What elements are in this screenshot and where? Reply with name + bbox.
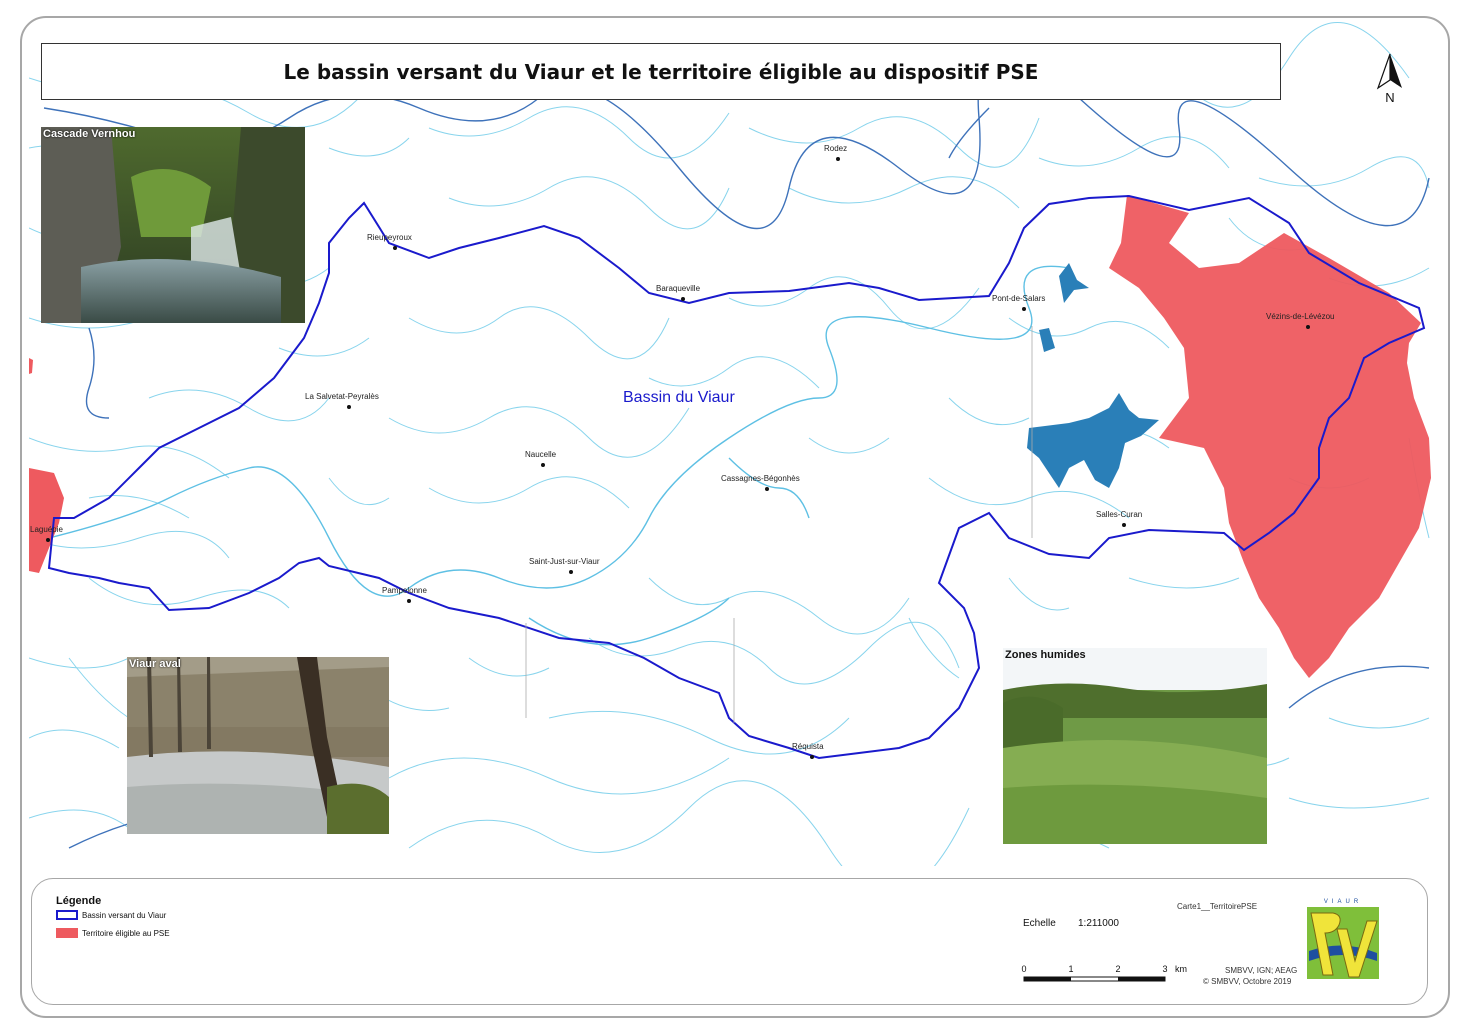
photo-cascade-vernhou: Cascade Vernhou xyxy=(41,127,305,323)
credits-line2: © SMBVV, Octobre 2019 xyxy=(1203,977,1292,986)
pse-territory-west xyxy=(29,468,64,573)
town-label: Réquista xyxy=(792,742,824,751)
town-label: La Salvetat-Peyralès xyxy=(305,392,379,401)
town-point xyxy=(347,405,351,409)
scale-tick-1: 1 xyxy=(1068,964,1073,974)
title-box: Le bassin versant du Viaur et le territo… xyxy=(41,43,1281,100)
scale-label: Echelle xyxy=(1023,918,1056,929)
legend-title: Légende xyxy=(56,895,102,907)
north-arrow-icon: N xyxy=(1376,53,1402,105)
legend-item-pse: Territoire éligible au PSE xyxy=(56,928,170,938)
photo-caption-aval: Viaur aval xyxy=(129,658,181,670)
map-title: Le bassin versant du Viaur et le territo… xyxy=(283,59,1039,84)
credits-line1: SMBVV, IGN; AEAG xyxy=(1225,966,1298,975)
town-point xyxy=(407,599,411,603)
admin-lines xyxy=(525,326,1033,723)
town-point xyxy=(810,755,814,759)
town-point xyxy=(765,487,769,491)
scale-ratio: 1:211000 xyxy=(1078,918,1119,929)
photo-zones-humides: Zones humides xyxy=(1003,648,1267,844)
town-point xyxy=(46,538,50,542)
map-id: Carte1__TerritoirePSE xyxy=(1177,902,1258,911)
town-point xyxy=(1306,325,1310,329)
town-point xyxy=(836,157,840,161)
town-label: Saint-Just-sur-Viaur xyxy=(529,557,600,566)
photo-viaur-aval: Viaur aval xyxy=(127,657,389,834)
scale-tick-3: 3 xyxy=(1162,964,1167,974)
logo-text: VIAUR xyxy=(1324,899,1362,905)
town-label: Baraqueville xyxy=(656,284,701,293)
town-label: Pampelonne xyxy=(382,586,427,595)
town-label: Salles-Curan xyxy=(1096,510,1142,519)
pse-territory xyxy=(1109,195,1431,678)
scale-tick-0: 0 xyxy=(1021,964,1026,974)
town-label: Cassagnes-Bégonhès xyxy=(721,474,800,483)
legend-label-basin: Bassin versant du Viaur xyxy=(82,910,167,920)
town-label: Rodez xyxy=(824,144,847,153)
legend-item-basin: Bassin versant du Viaur xyxy=(56,910,166,920)
scale-bar: 0 1 2 3 km xyxy=(1021,964,1187,982)
town-label: Pont-de-Salars xyxy=(992,294,1045,303)
town-label: Rieupeyroux xyxy=(367,233,412,242)
town-point xyxy=(569,570,573,574)
lake-pont-de-salars xyxy=(1039,263,1089,352)
town-label: Naucelle xyxy=(525,450,557,459)
photo-caption-zones: Zones humides xyxy=(1005,649,1086,661)
legend-label-pse: Territoire éligible au PSE xyxy=(82,928,170,938)
scale-unit: km xyxy=(1175,964,1187,974)
basin-swatch-icon xyxy=(56,910,78,920)
town-point xyxy=(681,297,685,301)
town-label: Laguépie xyxy=(30,525,63,534)
town-point xyxy=(393,246,397,250)
viaur-river xyxy=(48,265,1070,646)
pse-territory-edge xyxy=(29,358,33,374)
pse-swatch-icon xyxy=(56,928,78,938)
town-point xyxy=(541,463,545,467)
north-label: N xyxy=(1385,90,1394,105)
lake-pareloup xyxy=(1027,393,1159,488)
region-label: Bassin du Viaur xyxy=(623,389,735,406)
viaur-logo: VIAUR xyxy=(1303,895,1383,983)
photo-caption-cascade: Cascade Vernhou xyxy=(43,128,136,140)
town-point xyxy=(1122,523,1126,527)
scale-tick-2: 2 xyxy=(1115,964,1120,974)
town-point xyxy=(1022,307,1026,311)
town-label: Vézins-de-Lévézou xyxy=(1266,312,1334,321)
